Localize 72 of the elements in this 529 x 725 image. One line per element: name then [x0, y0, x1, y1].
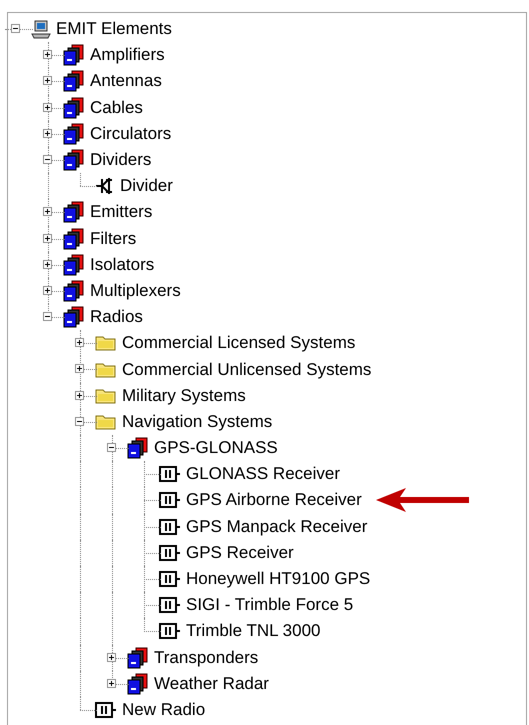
- expander-toggle[interactable]: [43, 260, 52, 269]
- folder-icon: [95, 412, 117, 431]
- expander-toggle[interactable]: [75, 364, 84, 374]
- tree-item-label[interactable]: Isolators: [90, 254, 154, 275]
- tree-item-label[interactable]: GLONASS Receiver: [186, 464, 340, 484]
- component-icon: [159, 518, 181, 535]
- component-icon: [159, 597, 181, 614]
- tree-item-label[interactable]: Multiplexers: [90, 280, 181, 301]
- computer-icon: [31, 19, 51, 40]
- component-icon: [159, 571, 181, 588]
- expander-toggle[interactable]: [43, 312, 52, 322]
- expander-toggle[interactable]: [75, 338, 84, 348]
- expander-toggle[interactable]: [43, 154, 52, 164]
- expander-toggle[interactable]: [43, 102, 52, 112]
- folder-icon: [95, 360, 117, 379]
- tree-item-label[interactable]: Commercial Licensed Systems: [122, 333, 356, 354]
- expander-toggle[interactable]: [75, 416, 84, 426]
- tree-item-label[interactable]: GPS-GLONASS: [154, 438, 278, 458]
- tree-item-label[interactable]: Trimble TNL 3000: [186, 621, 320, 642]
- folder-icon: [95, 334, 117, 352]
- stacked-modules-icon: [127, 646, 149, 669]
- tree-item-label[interactable]: Radios: [90, 307, 143, 328]
- tree-item-label[interactable]: Commercial Unlicensed Systems: [122, 360, 372, 380]
- component-icon: [159, 492, 181, 508]
- tree-item-label[interactable]: Navigation Systems: [122, 412, 272, 432]
- tree-item-label[interactable]: Circulators: [90, 124, 172, 144]
- tree-item-label[interactable]: Honeywell HT9100 GPS: [186, 569, 370, 590]
- stacked-modules-icon: [127, 437, 149, 460]
- tree-item-label[interactable]: Amplifiers: [90, 45, 165, 66]
- component-icon: [159, 544, 181, 561]
- tree-item-label[interactable]: Transponders: [154, 648, 258, 668]
- expander-toggle[interactable]: [107, 652, 116, 662]
- expander-toggle[interactable]: [43, 234, 52, 242]
- stacked-modules-icon: [63, 254, 85, 276]
- tree-item-label[interactable]: GPS Receiver: [186, 542, 294, 563]
- stacked-modules-icon: [63, 122, 85, 145]
- tree-item-label[interactable]: Dividers: [90, 150, 152, 170]
- component-icon: [95, 702, 117, 718]
- stacked-modules-icon: [63, 70, 85, 92]
- stacked-modules-icon: [63, 96, 85, 119]
- tree-item-label[interactable]: Divider: [120, 176, 173, 196]
- stacked-modules-icon: [63, 228, 85, 250]
- stacked-modules-icon: [63, 280, 85, 302]
- stacked-modules-icon: [63, 149, 85, 172]
- expander-toggle[interactable]: [43, 50, 52, 60]
- tree-item-label[interactable]: Cables: [90, 98, 143, 118]
- expander-toggle[interactable]: [43, 128, 52, 138]
- expander-toggle[interactable]: [107, 443, 116, 452]
- tree-item-label[interactable]: Filters: [90, 228, 136, 249]
- component-icon: [159, 466, 181, 482]
- expander-toggle[interactable]: [43, 207, 52, 216]
- stacked-modules-icon: [63, 201, 85, 224]
- expander-toggle[interactable]: [75, 390, 84, 400]
- tree-item-label[interactable]: New Radio: [122, 700, 206, 720]
- tree-item-label[interactable]: EMIT Elements: [56, 19, 172, 40]
- tree-item-label[interactable]: GPS Manpack Receiver: [186, 516, 368, 537]
- expander-toggle[interactable]: [11, 24, 20, 33]
- stacked-modules-icon: [63, 306, 85, 328]
- expander-toggle[interactable]: [43, 286, 52, 295]
- divider-symbol-icon: [95, 176, 115, 196]
- tree-item-label[interactable]: Weather Radar: [154, 674, 269, 694]
- folder-icon: [95, 386, 117, 405]
- component-icon: [159, 623, 181, 640]
- tree-item-label[interactable]: Emitters: [90, 202, 152, 222]
- tree-item-label[interactable]: Military Systems: [122, 386, 246, 406]
- tree-item-label[interactable]: Antennas: [90, 71, 162, 92]
- stacked-modules-icon: [63, 44, 85, 66]
- stacked-modules-icon: [127, 672, 149, 695]
- expander-toggle[interactable]: [107, 678, 116, 688]
- tree-item-label[interactable]: SIGI - Trimble Force 5: [186, 595, 354, 616]
- tree-item-label[interactable]: GPS Airborne Receiver: [186, 490, 362, 510]
- expander-toggle[interactable]: [43, 76, 52, 86]
